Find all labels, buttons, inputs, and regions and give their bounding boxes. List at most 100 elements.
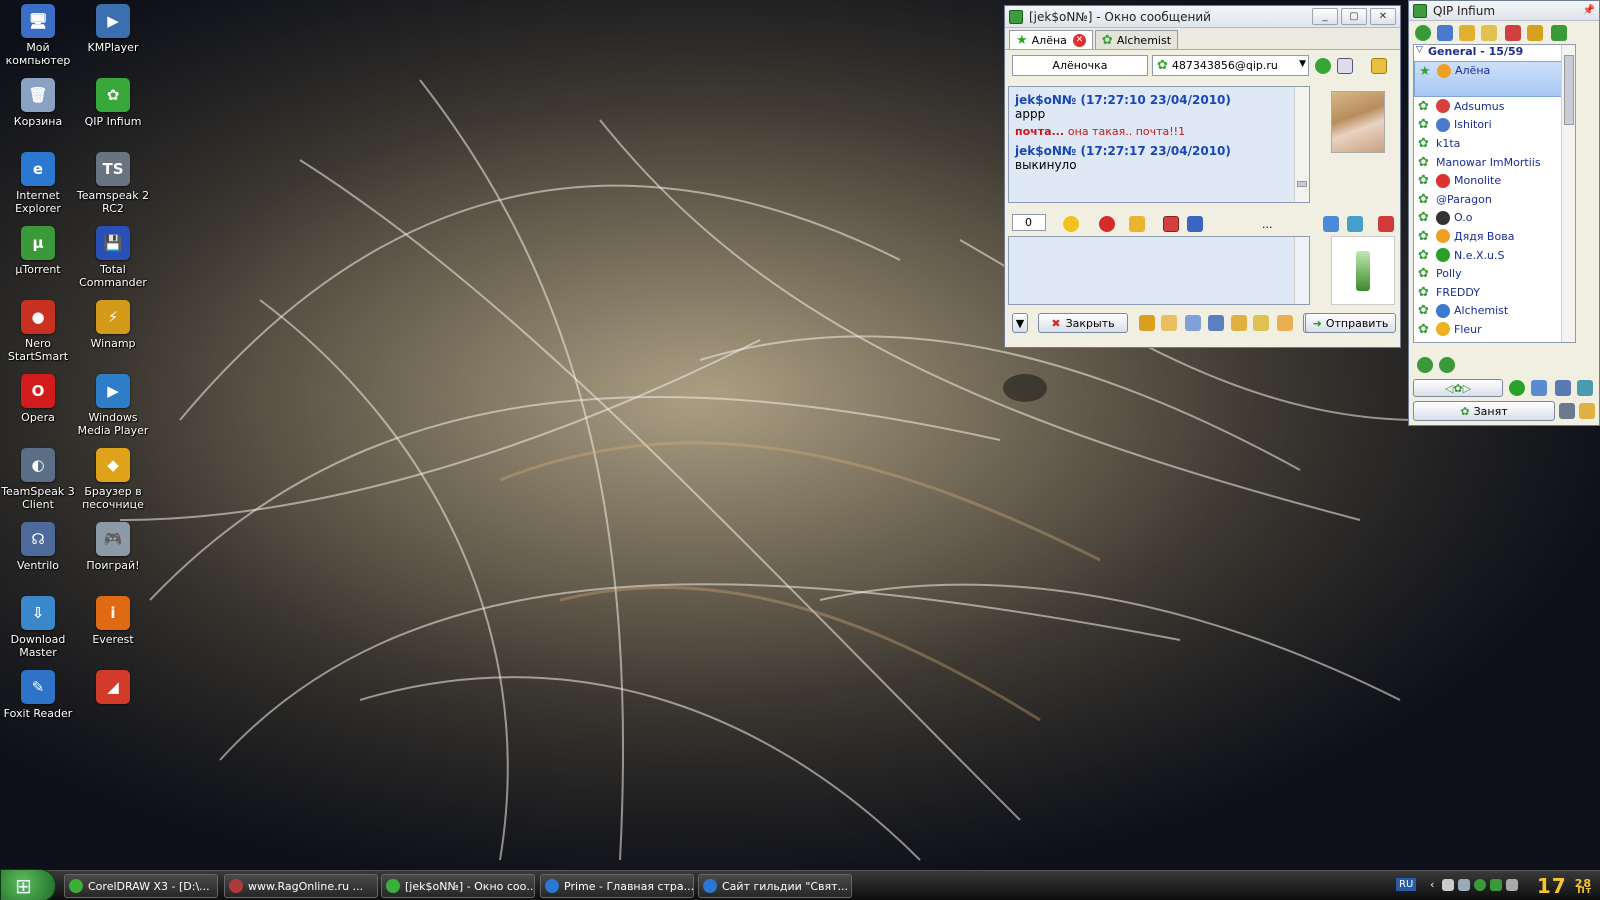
hourglass-icon[interactable] (1577, 380, 1593, 396)
folder-icon[interactable] (1253, 315, 1269, 331)
more-label[interactable]: ... (1262, 218, 1273, 231)
desktop-icon[interactable]: ◐ TeamSpeak 3 Client (0, 448, 76, 511)
contacts-icon[interactable] (1415, 25, 1431, 41)
desktop-icon[interactable]: i Everest (75, 596, 151, 646)
network-icon[interactable] (1531, 380, 1547, 396)
status-busy-button[interactable]: ✿ Занят (1413, 401, 1555, 421)
contact-item[interactable]: ✿Ishitori♣ (1414, 116, 1575, 135)
folder-icon[interactable] (1481, 25, 1497, 41)
calendar-icon[interactable] (1163, 216, 1179, 232)
group-general[interactable]: General - 15/59 (1414, 45, 1575, 61)
contact-item[interactable]: ✿k1ta♣ (1414, 134, 1575, 153)
volume-tray-icon[interactable] (1506, 879, 1518, 891)
contact-item[interactable]: ✿FREDDY♣ (1414, 283, 1575, 302)
settings-icon[interactable] (1551, 25, 1567, 41)
taskbar-item[interactable]: www.RagOnline.ru ... (224, 874, 378, 898)
minimize-button[interactable]: _ (1312, 8, 1338, 25)
network-tray-icon[interactable] (1442, 879, 1454, 891)
edit-icon[interactable] (1139, 315, 1155, 331)
contact-list-titlebar[interactable]: QIP Infium 📌 (1409, 1, 1599, 21)
desktop-icon[interactable]: ✿ QIP Infium (75, 78, 151, 128)
maximize-button[interactable]: ▢ (1341, 8, 1367, 25)
contact-item[interactable]: ✿Дядя Вова♣ (1414, 227, 1575, 246)
history-scrollbar[interactable] (1294, 87, 1309, 202)
contact-item[interactable]: ★Алёна♣ (1414, 61, 1575, 97)
contact-item[interactable]: ✿Polly♣ (1414, 264, 1575, 283)
headphones-icon[interactable] (1559, 403, 1575, 419)
tools-icon[interactable] (1527, 25, 1543, 41)
message-input[interactable] (1008, 236, 1310, 305)
desktop-icon[interactable]: ▶ Windows Media Player (75, 374, 151, 437)
find-contact-icon[interactable] (1439, 357, 1455, 373)
start-button[interactable] (0, 869, 56, 900)
contact-name-field[interactable]: Алёночка (1012, 55, 1148, 76)
account-select[interactable]: ✿ 487343856@qip.ru ▼ (1152, 55, 1309, 76)
contact-item[interactable]: ✿Monolite♣ (1414, 171, 1575, 190)
desktop-icon[interactable]: µ µTorrent (0, 226, 76, 276)
taskbar-item[interactable]: Prime - Главная стра... (540, 874, 694, 898)
contact-item[interactable]: ✿Fleur♣ (1414, 320, 1575, 339)
desktop-icon[interactable]: ⚡ Winamp (75, 300, 151, 350)
desktop-icon[interactable]: ✎ Foxit Reader (0, 670, 76, 720)
desktop-icon[interactable]: ▶ KMPlayer (75, 4, 151, 54)
insert-icon[interactable] (1323, 216, 1339, 232)
desktop-icon[interactable]: 🖥 Мой компьютер (0, 4, 76, 67)
tray-expand-icon[interactable]: ‹ (1430, 878, 1434, 891)
chevron-down-icon[interactable]: ▼ (1299, 59, 1306, 69)
sound-icon[interactable] (1459, 25, 1475, 41)
qip-tray-icon[interactable] (1474, 879, 1486, 891)
close-chat-button[interactable]: ✖ Закрыть (1038, 313, 1128, 333)
message-history[interactable]: jek$oN№ (17:27:10 23/04/2010) аррр почта… (1008, 86, 1310, 203)
taskbar-item[interactable]: [jek$oN№] - Окно соо... (381, 874, 535, 898)
desktop-icon[interactable]: 🎮 Поиграй! (75, 522, 151, 572)
search-icon[interactable] (1208, 315, 1224, 331)
calendar-icon[interactable] (1505, 25, 1521, 41)
desktop-icon[interactable]: ◢ (75, 670, 151, 707)
contact-item[interactable]: ✿O.o♣ (1414, 209, 1575, 228)
notes-icon[interactable] (1185, 315, 1201, 331)
history-icon[interactable] (1437, 25, 1453, 41)
desktop-icon[interactable]: ◆ Браузер в песочнице (75, 448, 151, 511)
desktop-icon[interactable]: O Opera (0, 374, 76, 424)
clear-icon[interactable] (1378, 216, 1394, 232)
add-contact-icon[interactable] (1417, 357, 1433, 373)
colors-icon[interactable] (1099, 216, 1115, 232)
desktop-icon[interactable]: ⇩ Download Master (0, 596, 76, 659)
user-info-icon[interactable] (1161, 315, 1177, 331)
online-icon[interactable] (1509, 380, 1525, 396)
desktop-icon[interactable]: 🗑 Корзина (0, 78, 76, 128)
close-window-button[interactable]: ✕ (1370, 8, 1396, 25)
close-tab-icon[interactable]: ✕ (1072, 33, 1086, 47)
chat-window-titlebar[interactable]: [jek$oN№] - Окно сообщений _ ▢ ✕ (1005, 6, 1400, 28)
contact-item[interactable]: ✿Manowar ImMortiis♣ (1414, 153, 1575, 172)
tools-icon[interactable] (1231, 315, 1247, 331)
desktop-icon[interactable]: 💾 Total Commander (75, 226, 151, 289)
user-icon[interactable] (1579, 403, 1595, 419)
taskbar-item[interactable]: CorelDRAW X3 - [D:\... (64, 874, 218, 898)
save-icon[interactable] (1187, 216, 1203, 232)
desktop-icon[interactable]: ● Nero StartSmart (0, 300, 76, 363)
privacy-icon[interactable] (1555, 380, 1571, 396)
contact-item[interactable]: ✿@Paragon♣ (1414, 190, 1575, 209)
contact-item[interactable]: ✿Adsumus♣ (1414, 97, 1575, 116)
utorrent-tray-icon[interactable] (1490, 879, 1502, 891)
desktop-icon[interactable]: ☊ Ventrilo (0, 522, 76, 572)
folder-icon[interactable] (1371, 58, 1387, 74)
send-button[interactable]: ➜ Отправить (1305, 313, 1396, 333)
language-indicator[interactable]: RU (1396, 878, 1417, 891)
contact-item[interactable]: ✿Alchemist♣ (1414, 302, 1575, 321)
archive-icon[interactable] (1277, 315, 1293, 331)
desktop-icon[interactable]: e Internet Explorer (0, 152, 76, 215)
contact-list-scrollbar[interactable] (1561, 45, 1575, 342)
send-file-icon[interactable] (1129, 216, 1145, 232)
pin-icon[interactable]: 📌 (1583, 5, 1595, 16)
refresh-icon[interactable] (1315, 58, 1331, 74)
main-menu-button[interactable]: ◁✿▷ (1413, 379, 1503, 397)
smiley-icon[interactable] (1063, 216, 1079, 232)
taskbar-item[interactable]: Сайт гильдии "Свят... (698, 874, 852, 898)
clock[interactable]: 17 28 Пт (1537, 874, 1592, 898)
split-icon[interactable] (1347, 216, 1363, 232)
tab-alchemist[interactable]: ✿ Alchemist (1094, 30, 1179, 49)
monitor-tray-icon[interactable] (1458, 879, 1470, 891)
menu-dropdown-button[interactable]: ▼ (1012, 313, 1028, 333)
